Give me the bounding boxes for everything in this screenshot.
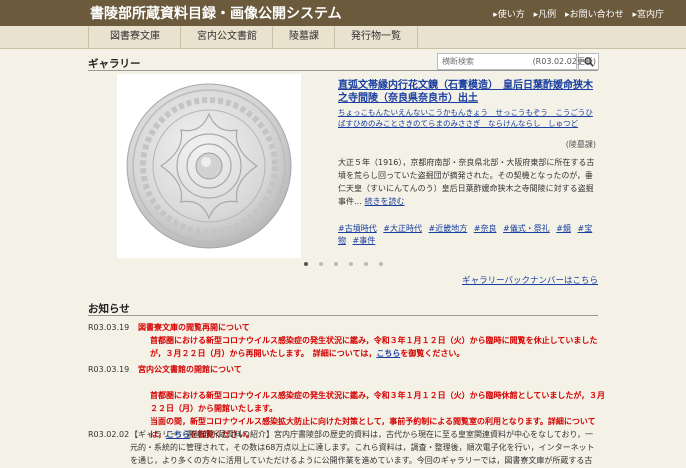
gallery-backnumber-link[interactable]: ギャラリーバックナンバーはこちら [462,274,598,286]
news-title: 宮内公文書館の開館について [138,365,242,374]
agency-link[interactable]: ▸宮内庁 [632,10,664,20]
utility-links: ▸使い方 ▸凡例 ▸お問い合わせ ▸宮内庁 [487,7,664,20]
gallery-tags: #古墳時代 #大正時代 #近畿地方 #奈良 #儀式・祭礼 #鏡 #宝物 #事件 [338,223,600,247]
contact-link[interactable]: ▸お問い合わせ [565,10,624,20]
main-nav: 図書寮文庫 宮内公文書館 陵墓課 発行物一覧 [0,26,686,70]
news-item: R03.03.19 宮内公文書館の開館について 首都圏における新型コロナウイルス… [88,363,608,439]
gallery-updated: (R03.02.02更新) [532,57,596,66]
tag-link[interactable]: #儀式・祭礼 [503,224,550,233]
nav-item-library[interactable]: 図書寮文庫 [88,26,181,48]
carousel-dot[interactable] [349,262,353,266]
carousel-dot[interactable] [319,262,323,266]
gallery-item-reading[interactable]: ちょっこもんたいえんないこうかもんきょう せっこうもぞう こうごうひばすひめのみ… [338,107,600,129]
nav-item-mausolea[interactable]: 陵墓課 [272,26,335,48]
tag-link[interactable]: #古墳時代 [338,224,377,233]
carousel-dot[interactable] [334,262,338,266]
news-date: R03.03.19 [88,365,130,374]
news-detail-link[interactable]: こちら [376,349,400,358]
nav-item-publications[interactable]: 発行物一覧 [334,26,418,48]
news-body: 【ギャラリー：書陵部所蔵資料の紹介】宮内庁書陵部の歴史的資料は，古代から現在に至… [130,430,595,465]
tag-link[interactable]: #鏡 [556,224,571,233]
news-divider [88,315,598,316]
mirror-image[interactable] [117,74,301,258]
news-date: R03.03.19 [88,323,130,332]
read-more-link[interactable]: 続きを読む [365,197,405,206]
news-heading: お知らせ [88,303,130,315]
news-body: 首都圏における新型コロナウイルス感染症の発生状況に鑑み，令和３年１月１２日（火）… [150,336,598,358]
top-header: 書陵部所蔵資料目録・画像公開システム ▸使い方 ▸凡例 ▸お問い合わせ ▸宮内庁 [0,0,686,26]
carousel-dot[interactable] [304,262,308,266]
tag-link[interactable]: #近畿地方 [429,224,468,233]
carousel-dot[interactable] [364,262,368,266]
carousel-dot[interactable] [379,262,383,266]
help-link[interactable]: ▸使い方 [493,10,525,20]
news-date: R03.02.02 [88,430,130,439]
nav-item-archives[interactable]: 宮内公文書館 [180,26,273,48]
gallery-item-description: 大正５年（1916），京都府南部・奈良県北部・大阪府東部に所在する古墳を荒らし回… [338,158,595,206]
gallery-item-title[interactable]: 直弧文帯縁内行花文鏡（石膏模造） 皇后日葉酢媛命狭木之寺間陵（奈良県奈良市）出土 [338,79,600,105]
site-title[interactable]: 書陵部所蔵資料目録・画像公開システム [90,3,342,23]
tag-link[interactable]: #大正時代 [383,224,422,233]
tag-link[interactable]: #奈良 [474,224,497,233]
news-title: 図書寮文庫の閲覧再開について [138,323,250,332]
news-item: R03.03.19 図書寮文庫の閲覧再開について 首都圏における新型コロナウイル… [88,321,608,361]
gallery-item-owner: (陵墓課) [565,140,596,149]
bronze-mirror-picture [126,83,292,249]
tag-link[interactable]: #事件 [353,236,376,245]
gallery-divider [88,70,598,71]
legend-link[interactable]: ▸凡例 [534,10,557,20]
gallery-heading: ギャラリー [88,58,141,70]
news-item: R03.02.02 【ギャラリー：書陵部所蔵資料の紹介】宮内庁書陵部の歴史的資料… [88,428,608,468]
